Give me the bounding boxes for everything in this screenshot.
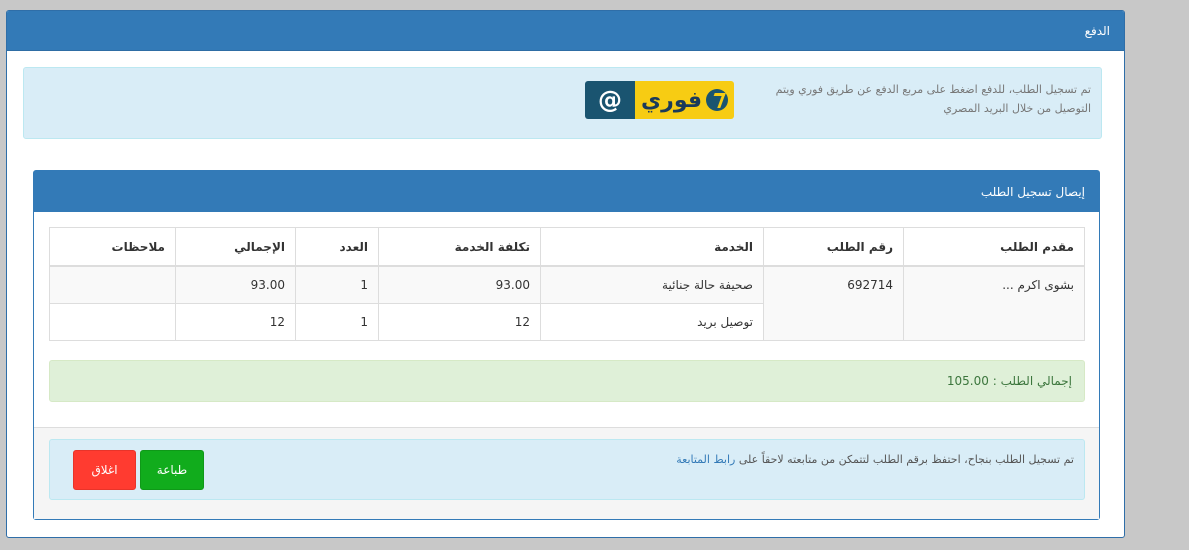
- header-order-number: رقم الطلب: [763, 227, 904, 267]
- applicant-cell: بشوى اكرم ...: [903, 265, 1085, 341]
- fawry-pay-button[interactable]: @ فوري: [585, 81, 734, 119]
- runner-icon: [706, 89, 729, 111]
- grand-total-text: إجمالي الطلب : 105.00: [946, 374, 1072, 388]
- service-cell: توصيل بريد: [540, 302, 764, 341]
- header-notes: ملاحظات: [49, 227, 176, 267]
- modal-header: الدفع: [7, 11, 1124, 51]
- receipt-title: إيصال تسجيل الطلب: [980, 184, 1085, 199]
- header-applicant: مقدم الطلب: [903, 227, 1085, 267]
- count-cell: 1: [295, 265, 379, 304]
- success-message-text: تم تسجيل الطلب بنجاح، احتفظ برقم الطلب ل…: [738, 453, 1074, 466]
- payment-info-text: تم تسجيل الطلب، للدفع اضغط على مربع الدف…: [775, 83, 1091, 115]
- order-number-cell: 692714: [763, 265, 904, 341]
- tracking-link[interactable]: رابط المتابعة: [676, 453, 735, 466]
- fawry-name-text: فوري: [640, 87, 703, 113]
- header-service-cost: تكلفة الخدمة: [378, 227, 541, 267]
- cost-cell: 12: [378, 302, 541, 341]
- payment-modal: الدفع تم تسجيل الطلب، للدفع اضغط على مرب…: [6, 10, 1125, 538]
- receipt-footer: تم تسجيل الطلب بنجاح، احتفظ برقم الطلب ل…: [34, 427, 1099, 519]
- receipt-panel-heading: إيصال تسجيل الطلب: [34, 171, 1099, 212]
- receipt-panel: إيصال تسجيل الطلب مقدم الطلب رقم الطلب ا…: [33, 170, 1100, 520]
- success-alert: تم تسجيل الطلب بنجاح، احتفظ برقم الطلب ل…: [49, 439, 1085, 500]
- modal-title: الدفع: [1084, 23, 1110, 38]
- header-count: العدد: [295, 227, 379, 267]
- cost-cell: 93.00: [378, 265, 541, 304]
- header-service: الخدمة: [540, 227, 764, 267]
- notes-cell: [49, 265, 176, 304]
- at-sign-icon: @: [585, 81, 635, 119]
- table-row: بشوى اكرم ... 692714 صحيفة حالة جنائية 9…: [49, 265, 1085, 341]
- service-cell: صحيفة حالة جنائية: [540, 265, 764, 304]
- notes-cell: [49, 302, 176, 341]
- header-total: الإجمالي: [175, 227, 296, 267]
- fawry-logo: فوري: [635, 81, 734, 119]
- success-message: تم تسجيل الطلب بنجاح، احتفظ برقم الطلب ل…: [676, 453, 1074, 466]
- print-button[interactable]: طباعة: [140, 450, 204, 490]
- payment-info-alert: تم تسجيل الطلب، للدفع اضغط على مربع الدف…: [23, 67, 1102, 139]
- order-table: مقدم الطلب رقم الطلب الخدمة تكلفة الخدمة…: [49, 227, 1085, 341]
- total-cell: 12: [175, 302, 296, 341]
- table-header-row: مقدم الطلب رقم الطلب الخدمة تكلفة الخدمة…: [49, 227, 1085, 267]
- total-cell: 93.00: [175, 265, 296, 304]
- close-button[interactable]: اغلاق: [73, 450, 136, 490]
- count-cell: 1: [295, 302, 379, 341]
- grand-total-alert: إجمالي الطلب : 105.00: [49, 360, 1085, 402]
